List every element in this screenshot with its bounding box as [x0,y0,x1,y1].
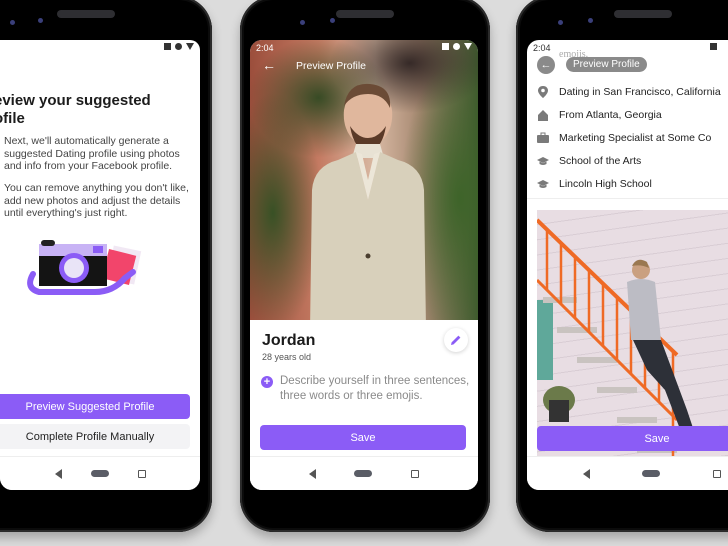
speaker [614,10,672,18]
phone-2: 2:04 ← Preview Profile Jordan 28 years o… [240,0,490,532]
front-camera [300,20,305,25]
save-button[interactable]: Save [260,425,466,450]
phone-3: 2:04 emojis. ← Preview Profile Dating in… [516,0,728,532]
square-icon [710,43,717,50]
status-bar: 2:04 [527,40,728,56]
speaker [336,10,394,18]
home-nav-icon[interactable] [354,470,373,477]
back-nav-icon[interactable] [54,468,62,479]
description-paragraph-1: Next, we'll automatically generate a sug… [4,135,180,172]
android-nav-bar [0,456,200,490]
phone-3-screen: 2:04 emojis. ← Preview Profile Dating in… [527,40,728,490]
bio-placeholder[interactable]: Describe yourself in three sentences, th… [280,374,470,404]
header-title: Preview Profile [573,59,640,70]
detail-item: Dating in San Francisco, California [537,80,728,103]
person-figure [310,83,426,330]
sensor [38,18,43,23]
detail-item: Marketing Specialist at Some Co [537,126,728,149]
square-icon [164,43,171,50]
front-camera [10,20,15,25]
home-icon [538,109,548,121]
detail-item: From Atlanta, Georgia [537,103,728,126]
front-camera [558,20,563,25]
edit-button[interactable] [444,328,468,352]
sensor [330,18,335,23]
header-title: Preview Profile [296,60,367,72]
profile-photo[interactable] [250,40,478,330]
recents-nav-icon[interactable] [712,469,721,478]
graduation-cap-icon [537,156,549,165]
back-arrow-icon: ← [540,59,552,71]
detail-item: Lincoln High School [537,172,728,195]
status-time: 2:04 [256,43,274,53]
circle-icon [175,43,182,50]
triangle-icon [186,43,194,50]
circle-icon [453,43,460,50]
back-arrow-icon: ← [262,57,276,73]
profile-age: 28 years old [262,352,312,362]
divider [527,198,728,199]
back-nav-icon[interactable] [309,468,317,479]
detail-item: School of the Arts [537,149,728,172]
header-title-pill: Preview Profile [566,57,647,72]
save-button[interactable]: Save [537,426,728,451]
speaker [57,10,115,18]
back-nav-icon[interactable] [583,468,591,479]
recents-nav-icon[interactable] [410,469,419,478]
square-icon [442,43,449,50]
phone-2-screen: 2:04 ← Preview Profile Jordan 28 years o… [250,40,478,490]
status-bar [0,40,200,56]
phone-1-screen: eview your suggestedofile Next, we'll au… [0,40,200,490]
triangle-icon [464,43,472,50]
back-button[interactable]: ← [262,57,276,73]
camera-illustration [27,240,142,295]
complete-profile-manually-button[interactable]: Complete Profile Manually [0,424,190,449]
back-button[interactable]: ← [537,56,555,74]
preview-suggested-profile-button[interactable]: Preview Suggested Profile [0,394,190,419]
phone-1: eview your suggestedofile Next, we'll au… [0,0,212,532]
briefcase-icon [537,132,549,143]
add-bio-button[interactable]: + [261,376,273,388]
page-title: eview your suggestedofile [0,92,151,127]
location-pin-icon [538,85,548,98]
sensor [588,18,593,23]
graduation-cap-icon [537,179,549,188]
plus-icon: + [263,376,271,388]
home-nav-icon[interactable] [642,470,661,477]
home-nav-icon[interactable] [90,470,109,477]
profile-name: Jordan [262,332,316,349]
android-nav-bar [527,456,728,490]
status-time: 2:04 [533,43,551,53]
android-nav-bar [250,456,478,490]
recents-nav-icon[interactable] [137,469,146,478]
pencil-icon [451,335,461,345]
status-bar: 2:04 [250,40,478,56]
description-paragraph-2: You can remove anything you don't like, … [4,182,189,219]
profile-details-list: Dating in San Francisco, California From… [537,80,728,195]
